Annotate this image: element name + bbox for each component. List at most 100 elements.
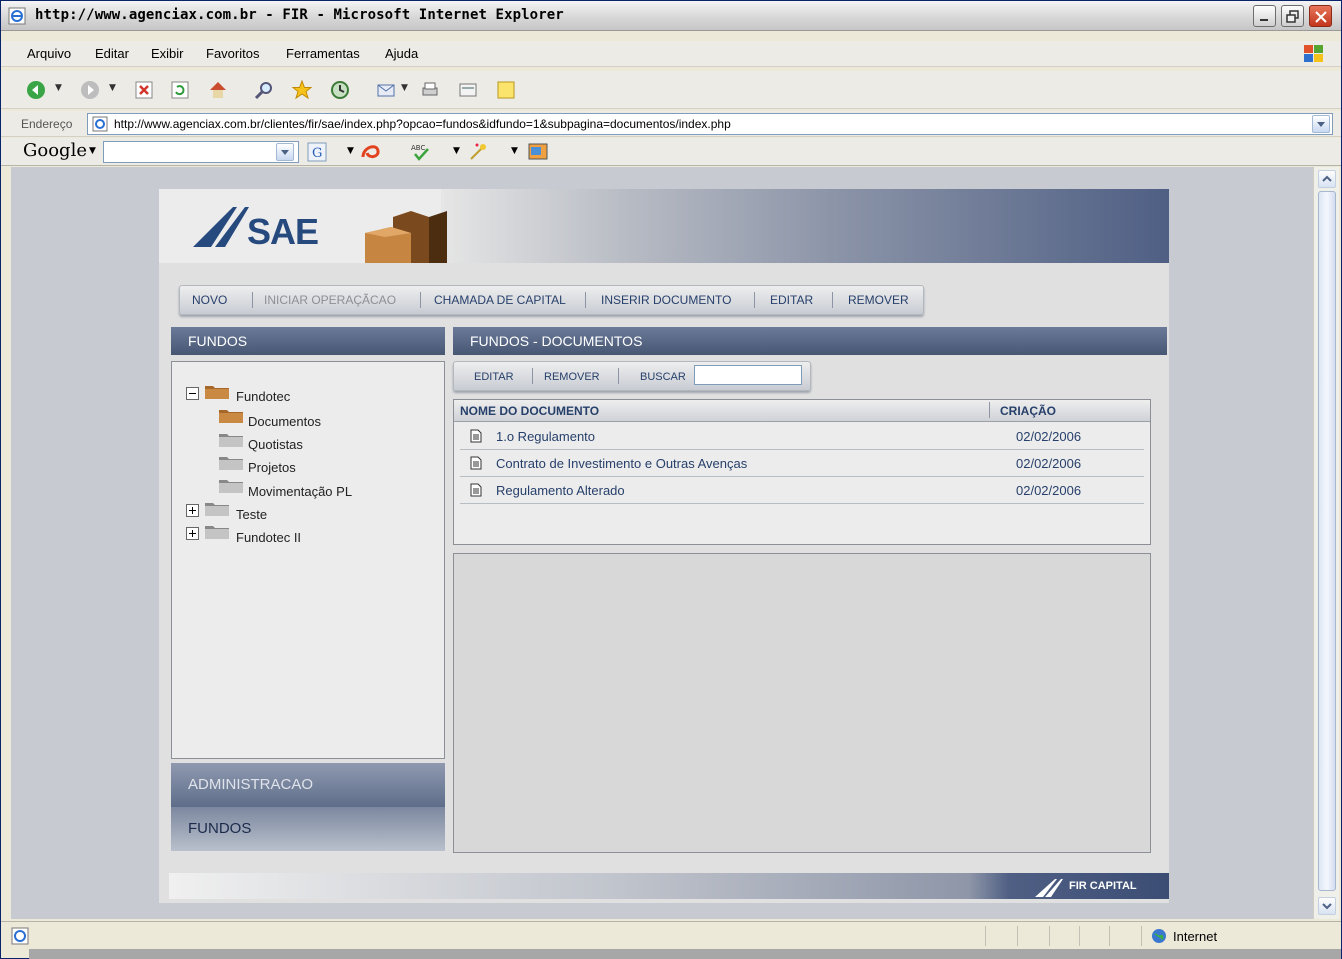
bottom-strip (29, 949, 1341, 959)
tree-item-quotistas[interactable]: Quotistas (248, 437, 303, 452)
collapse-fundotec-icon[interactable] (186, 387, 199, 400)
blogger-icon[interactable] (527, 141, 551, 163)
separator (420, 292, 421, 308)
document-name[interactable]: 1.o Regulamento (496, 429, 595, 444)
minimize-button[interactable] (1253, 5, 1276, 27)
document-name[interactable]: Contrato de Investimento e Outras Avença… (496, 456, 747, 471)
restore-button[interactable] (1281, 5, 1304, 27)
menu-ferramentas[interactable]: Ferramentas (286, 46, 360, 61)
doc-remover-button[interactable]: REMOVER (544, 371, 600, 383)
tree-item-movimentacao-pl[interactable]: Movimentação PL (248, 484, 352, 499)
google-search-button[interactable]: G (307, 142, 327, 162)
tree-item-fundotec-ii[interactable]: Fundotec II (236, 530, 301, 545)
svg-text:ABC: ABC (411, 144, 425, 152)
menu-exibir[interactable]: Exibir (151, 46, 184, 61)
scroll-down-icon[interactable] (1318, 897, 1336, 915)
menu-editar[interactable]: Editar (95, 46, 129, 61)
address-url: http://www.agenciax.com.br/clientes/fir/… (114, 117, 731, 131)
site-footer: FIR CAPITAL (159, 869, 1169, 903)
back-dropdown-icon[interactable]: ▼ (55, 83, 62, 93)
remover-button[interactable]: REMOVER (848, 293, 909, 307)
stop-icon[interactable] (133, 79, 155, 101)
scroll-thumb[interactable] (1318, 191, 1336, 891)
menu-ajuda[interactable]: Ajuda (385, 46, 418, 61)
sae-logo-icon (193, 207, 249, 247)
column-nome-do-documento[interactable]: NOME DO DOCUMENTO (460, 404, 599, 418)
search-icon[interactable] (253, 79, 275, 101)
tree-item-fundotec[interactable]: Fundotec (236, 389, 290, 404)
status-bar: Internet (1, 921, 1341, 949)
address-input[interactable]: http://www.agenciax.com.br/clientes/fir/… (87, 113, 1333, 135)
mail-icon[interactable] (375, 79, 397, 101)
separator (252, 292, 253, 308)
autofill-icon[interactable] (467, 141, 491, 163)
footer-bar (169, 873, 1169, 899)
vertical-scrollbar[interactable] (1313, 167, 1339, 919)
spellcheck-dropdown-icon[interactable]: ▼ (453, 146, 460, 156)
menu-arquivo[interactable]: Arquivo (27, 46, 71, 61)
google-menu-icon[interactable]: ▼ (89, 146, 96, 156)
google-logo[interactable]: Google (23, 140, 87, 161)
back-icon[interactable] (25, 79, 47, 101)
column-criacao[interactable]: CRIAÇÃO (1000, 404, 1056, 418)
pagerank-dropdown-icon[interactable]: ▼ (347, 146, 354, 156)
administracao-button[interactable]: ADMINISTRACAO (171, 763, 445, 807)
editar-button[interactable]: EDITAR (770, 293, 813, 307)
expand-fundotec-ii-icon[interactable] (186, 527, 199, 540)
document-icon (470, 483, 482, 497)
close-button[interactable] (1309, 5, 1332, 27)
document-name[interactable]: Regulamento Alterado (496, 483, 625, 498)
forward-dropdown-icon[interactable]: ▼ (109, 83, 116, 93)
tree-item-projetos[interactable]: Projetos (248, 460, 296, 475)
banner-gradient (441, 189, 1169, 263)
buscar-button[interactable]: BUSCAR (640, 371, 686, 383)
separator (1079, 926, 1080, 946)
tree-item-documentos[interactable]: Documentos (248, 414, 321, 429)
site-logo-text: SAE (247, 211, 319, 252)
site-banner: SAE (159, 189, 1169, 263)
title-bar: http://www.agenciax.com.br - FIR - Micro… (1, 1, 1341, 31)
popup-blocker-icon[interactable] (359, 141, 383, 163)
google-history-dropdown-icon[interactable] (276, 143, 294, 161)
window-title: http://www.agenciax.com.br - FIR - Micro… (35, 7, 564, 23)
favorites-icon[interactable] (291, 79, 313, 101)
separator (832, 292, 833, 308)
history-icon[interactable] (329, 79, 351, 101)
edit-page-icon[interactable] (457, 79, 479, 101)
fundos-section-button[interactable]: FUNDOS (171, 807, 445, 851)
print-icon[interactable] (419, 79, 441, 101)
google-search-input[interactable] (103, 141, 299, 163)
scroll-up-icon[interactable] (1318, 170, 1336, 188)
autofill-dropdown-icon[interactable]: ▼ (511, 146, 518, 156)
separator (985, 926, 986, 946)
browser-window: http://www.agenciax.com.br - FIR - Micro… (0, 0, 1342, 959)
table-row[interactable]: 1.o Regulamento 02/02/2006 (460, 424, 1144, 450)
novo-button[interactable]: NOVO (192, 293, 227, 307)
sae-page: SAE NOVO INICIAR OPERAÇÃCAO CHAMADA DE C… (159, 189, 1169, 903)
home-icon[interactable] (207, 79, 229, 101)
forward-icon[interactable] (79, 79, 101, 101)
menu-favoritos[interactable]: Favoritos (206, 46, 259, 61)
expand-teste-icon[interactable] (186, 504, 199, 517)
search-input[interactable] (694, 365, 802, 385)
spellcheck-icon[interactable]: ABC (409, 141, 433, 163)
refresh-icon[interactable] (169, 79, 191, 101)
page-icon (92, 116, 108, 132)
iniciar-operacao-button[interactable]: INICIAR OPERAÇÃCAO (264, 293, 396, 307)
chamada-de-capital-button[interactable]: CHAMADA DE CAPITAL (434, 293, 566, 307)
page-viewport: SAE NOVO INICIAR OPERAÇÃCAO CHAMADA DE C… (11, 167, 1313, 919)
table-row[interactable]: Contrato de Investimento e Outras Avença… (460, 451, 1144, 477)
inserir-documento-button[interactable]: INSERIR DOCUMENTO (601, 293, 731, 307)
notes-icon[interactable] (495, 79, 517, 101)
separator (989, 402, 990, 418)
table-row[interactable]: Regulamento Alterado 02/02/2006 (460, 478, 1144, 504)
folder-icon (219, 434, 243, 447)
tree-item-teste[interactable]: Teste (236, 507, 267, 522)
folder-open-icon (219, 410, 243, 423)
doc-editar-button[interactable]: EDITAR (474, 371, 514, 383)
mail-dropdown-icon[interactable]: ▼ (401, 83, 408, 93)
folder-icon (219, 480, 243, 493)
address-dropdown-icon[interactable] (1312, 115, 1330, 133)
document-icon (470, 456, 482, 470)
address-label: Endereço (21, 117, 73, 131)
